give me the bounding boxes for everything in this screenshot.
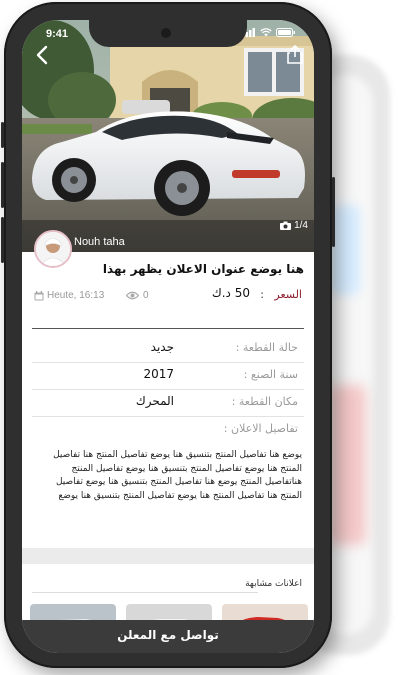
ad-description: يوضع هنا تفاصيل المنتج بتنسيق هنا يوضع ت… — [53, 450, 302, 501]
ad-photo-gallery[interactable] — [22, 20, 314, 252]
front-camera — [161, 28, 171, 38]
contact-seller-button[interactable]: تواصل مع المعلن — [22, 620, 314, 653]
seller-avatar-image — [36, 232, 70, 266]
photo-counter: 1/4 — [280, 220, 308, 231]
calendar-icon — [34, 290, 44, 300]
detail-label: مكان القطعة : — [231, 395, 298, 408]
detail-label: تفاصيل الاعلان : — [223, 422, 298, 435]
price-separator: : — [260, 288, 264, 301]
app-screen: 9:41 1/4 Nouh taha هنا يوضع عنوان الاعلا… — [22, 20, 314, 653]
detail-label: سنة الصنع : — [243, 368, 298, 381]
camera-icon — [280, 221, 292, 230]
seller-avatar[interactable] — [34, 230, 72, 268]
detail-value: جديد — [150, 340, 174, 354]
price-label: السعر — [274, 288, 302, 301]
detail-row-condition: حالة القطعة : جديد — [32, 335, 304, 363]
phone-frame: 9:41 1/4 Nouh taha هنا يوضع عنوان الاعلا… — [1, 2, 335, 668]
status-time: 9:41 — [46, 28, 69, 40]
back-arrow-icon[interactable] — [32, 44, 54, 66]
eye-icon — [126, 291, 139, 300]
detail-label: حالة القطعة : — [235, 341, 298, 354]
detail-value: 2017 — [143, 367, 174, 381]
share-icon[interactable] — [284, 44, 306, 66]
wifi-icon — [260, 28, 272, 37]
ad-title: هنا يوضع عنوان الاعلان يظهر بهذا — [102, 262, 304, 276]
phone-volume-up-button — [1, 162, 4, 208]
posted-time-text: Heute, 16:13 — [47, 290, 105, 301]
phone-volume-down-button — [1, 217, 4, 263]
battery-icon — [276, 28, 295, 37]
price-value: 50 د.ك — [211, 286, 250, 300]
views-count-text: 0 — [143, 290, 149, 301]
detail-row-description: تفاصيل الاعلان : — [32, 416, 304, 443]
posted-time: Heute, 16:13 — [34, 290, 104, 301]
background-blur-red — [330, 385, 366, 545]
price-row: السعر : 50 د.ك Heute, 16:13 0 — [22, 284, 314, 308]
status-icons — [242, 28, 296, 37]
phone-mute-button — [1, 122, 4, 148]
car-photo — [22, 20, 314, 252]
detail-row-location: مكان القطعة : المحرك — [32, 389, 304, 417]
views-count: 0 — [126, 290, 149, 301]
detail-value: المحرك — [135, 394, 174, 408]
seller-name[interactable]: Nouh taha — [74, 236, 125, 248]
photo-counter-text: 1/4 — [294, 220, 308, 231]
similar-ads-divider — [32, 592, 258, 593]
section-separator — [22, 548, 314, 564]
similar-ads-title: اعلانات مشابهة — [245, 579, 302, 589]
detail-row-year: سنة الصنع : 2017 — [32, 362, 304, 390]
phone-power-button — [332, 177, 335, 247]
price-divider — [32, 328, 304, 329]
